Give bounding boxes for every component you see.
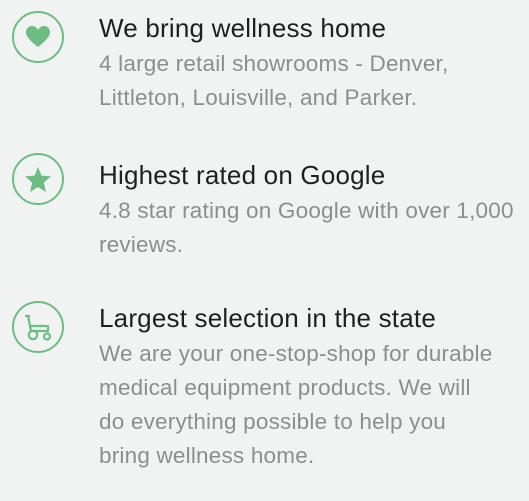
feature-description: We are your one-stop-shop for durable me… xyxy=(99,341,493,468)
feature-title: Largest selection in the state xyxy=(99,303,436,333)
wheelchair-icon xyxy=(12,301,64,353)
heart-icon xyxy=(12,11,64,63)
feature-description: 4 large retail showrooms - Denver, Littl… xyxy=(99,51,449,110)
feature-description: 4.8 star rating on Google with over 1,00… xyxy=(99,198,514,257)
feature-title: We bring wellness home xyxy=(99,13,387,43)
feature-title: Highest rated on Google xyxy=(99,160,386,190)
star-icon xyxy=(12,153,64,205)
